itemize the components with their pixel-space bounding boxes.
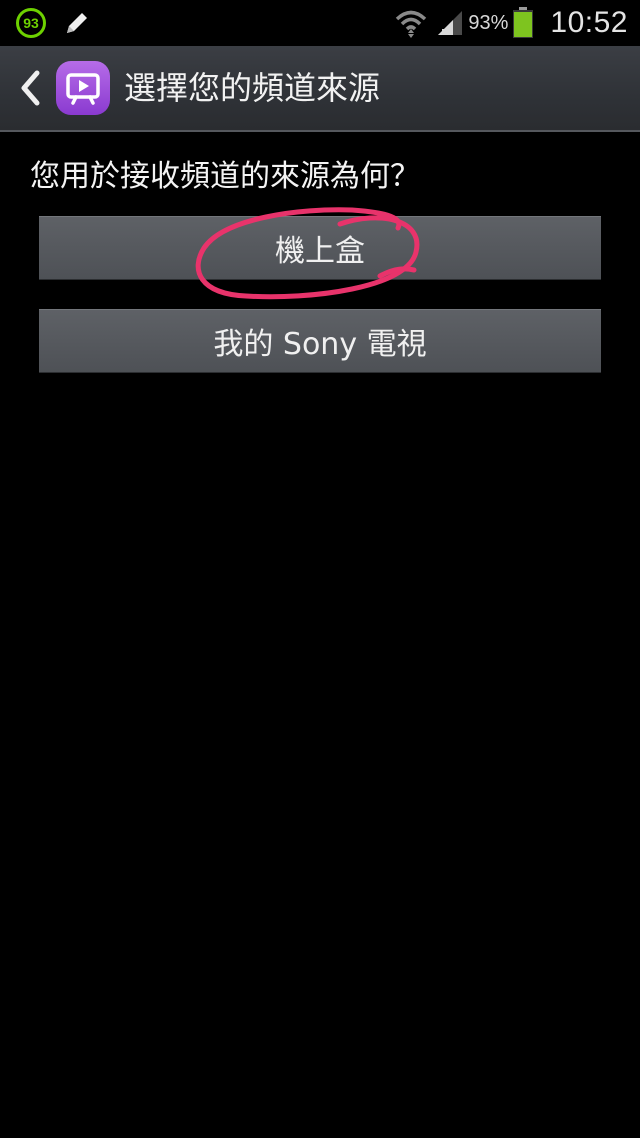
clock: 10:52 [550, 6, 628, 39]
screen: 93 93% 10:52 選擇您的頻道來源 您用於接收頻道的來源為何？ 機上盒 … [0, 0, 640, 1138]
sony-tv-button[interactable]: 我的 Sony 電視 [39, 309, 601, 373]
back-button[interactable] [12, 66, 48, 110]
status-right: 93% 10:52 [394, 4, 628, 42]
set-top-box-label: 機上盒 [275, 234, 365, 269]
page-title: 選擇您的頻道來源 [124, 69, 381, 107]
wifi-icon [396, 10, 427, 38]
signal-icon [438, 11, 463, 35]
pencil-icon [67, 13, 87, 33]
battery-percent: 93% [468, 11, 509, 34]
status-left: 93 [16, 6, 92, 40]
action-bar: 選擇您的頻道來源 [0, 46, 640, 132]
battery-icon [513, 7, 534, 38]
source-question: 您用於接收頻道的來源為何？ [30, 159, 420, 194]
tv-app-icon[interactable] [56, 61, 110, 115]
status-bar: 93 93% 10:52 [0, 0, 640, 46]
sony-tv-label: 我的 Sony 電視 [213, 327, 427, 362]
set-top-box-button[interactable]: 機上盒 [39, 216, 601, 280]
notification-count: 93 [23, 15, 39, 31]
notification-badge-icon: 93 [16, 8, 46, 38]
chevron-left-icon [21, 70, 40, 106]
